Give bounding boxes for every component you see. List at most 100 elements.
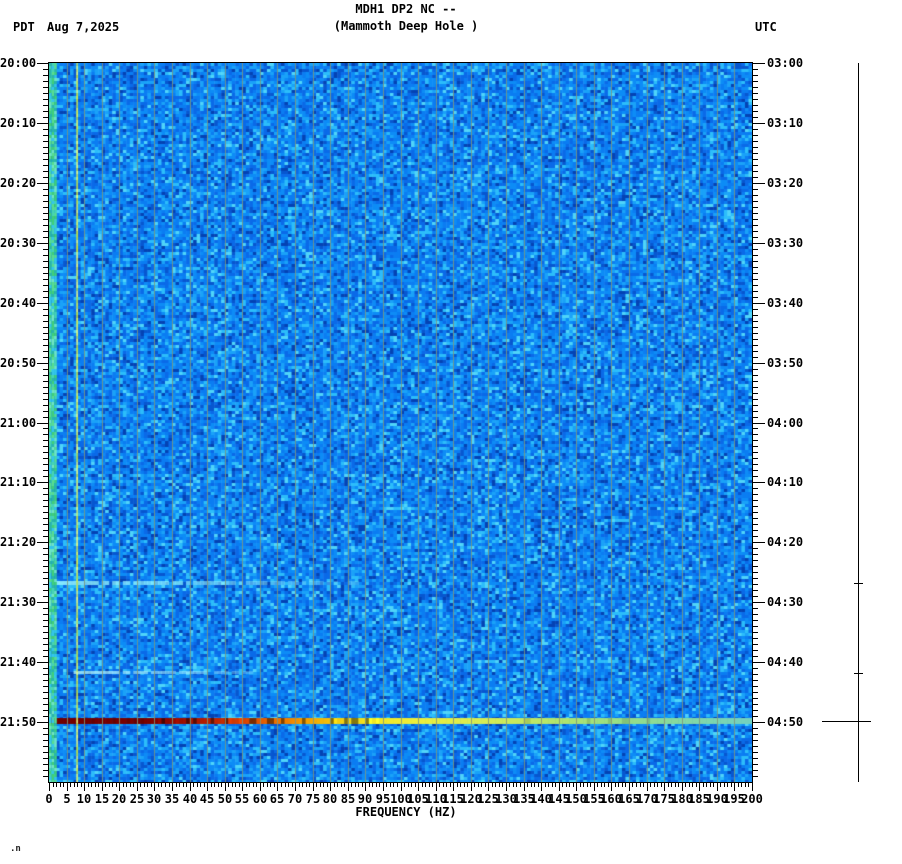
freq-tick xyxy=(752,782,753,791)
time-tick xyxy=(37,722,49,723)
time-minor-tick xyxy=(43,309,49,310)
event-marker-crossbar xyxy=(822,721,871,722)
freq-minor-tick xyxy=(446,782,447,787)
freq-minor-tick xyxy=(467,782,468,787)
time-minor-tick xyxy=(752,638,758,639)
freq-tick xyxy=(488,782,489,791)
freq-minor-tick xyxy=(654,782,655,787)
freq-minor-tick xyxy=(147,782,148,787)
time-tick xyxy=(752,423,765,424)
freq-minor-tick xyxy=(169,782,170,787)
time-minor-tick xyxy=(43,171,49,172)
time-tick xyxy=(37,183,49,184)
time-minor-tick xyxy=(43,129,49,130)
time-minor-tick xyxy=(43,608,49,609)
time-minor-tick xyxy=(752,333,758,334)
freq-tick xyxy=(682,782,683,791)
time-tick xyxy=(752,63,765,64)
time-minor-tick xyxy=(752,387,758,388)
time-minor-tick xyxy=(752,75,758,76)
time-minor-tick xyxy=(43,614,49,615)
freq-minor-tick xyxy=(509,782,510,787)
time-minor-tick xyxy=(752,632,758,633)
time-minor-tick xyxy=(752,656,758,657)
freq-minor-tick xyxy=(112,782,113,787)
time-minor-tick xyxy=(752,255,758,256)
time-minor-tick xyxy=(752,201,758,202)
freq-minor-tick xyxy=(292,782,293,787)
time-tick xyxy=(752,243,765,244)
freq-tick xyxy=(664,782,665,791)
spectrogram-page: MDH1 DP2 NC -- (Mammoth Deep Hole ) PDT … xyxy=(0,0,902,864)
time-minor-tick xyxy=(752,758,758,759)
time-minor-tick xyxy=(752,620,758,621)
freq-tick xyxy=(629,782,630,791)
freq-tick xyxy=(137,782,138,791)
freq-minor-tick xyxy=(116,782,117,787)
freq-minor-tick xyxy=(249,782,250,787)
freq-minor-tick xyxy=(91,782,92,787)
time-minor-tick xyxy=(43,255,49,256)
time-minor-tick xyxy=(752,315,758,316)
time-minor-tick xyxy=(752,512,758,513)
time-tick-label-left: 21:50 xyxy=(0,716,36,728)
freq-minor-tick xyxy=(527,782,528,787)
freq-minor-tick xyxy=(158,782,159,787)
time-minor-tick xyxy=(752,165,758,166)
time-minor-tick xyxy=(752,129,758,130)
time-tick-label-right: 03:00 xyxy=(767,57,803,69)
time-minor-tick xyxy=(752,225,758,226)
time-minor-tick xyxy=(43,638,49,639)
time-minor-tick xyxy=(752,572,758,573)
time-minor-tick xyxy=(43,716,49,717)
freq-minor-tick xyxy=(211,782,212,787)
time-minor-tick xyxy=(752,327,758,328)
time-minor-tick xyxy=(43,572,49,573)
time-minor-tick xyxy=(752,345,758,346)
time-tick xyxy=(37,123,49,124)
time-minor-tick xyxy=(752,524,758,525)
time-minor-tick xyxy=(752,375,758,376)
time-minor-tick xyxy=(43,734,49,735)
time-minor-tick xyxy=(752,105,758,106)
freq-minor-tick xyxy=(267,782,268,787)
freq-minor-tick xyxy=(176,782,177,787)
plot-frame xyxy=(48,62,753,783)
freq-minor-tick xyxy=(422,782,423,787)
freq-tick xyxy=(699,782,700,791)
time-tick xyxy=(752,123,765,124)
time-tick-label-left: 21:10 xyxy=(0,476,36,488)
time-minor-tick xyxy=(43,411,49,412)
freq-minor-tick xyxy=(706,782,707,787)
freq-tick xyxy=(102,782,103,791)
freq-tick xyxy=(154,782,155,791)
freq-minor-tick xyxy=(492,782,493,787)
freq-tick-label: 200 xyxy=(732,793,772,805)
time-minor-tick xyxy=(752,740,758,741)
freq-minor-tick xyxy=(204,782,205,787)
freq-tick xyxy=(330,782,331,791)
time-minor-tick xyxy=(43,357,49,358)
freq-minor-tick xyxy=(675,782,676,787)
freq-tick xyxy=(734,782,735,791)
freq-minor-tick xyxy=(520,782,521,787)
time-minor-tick xyxy=(43,554,49,555)
freq-minor-tick xyxy=(386,782,387,787)
freq-minor-tick xyxy=(640,782,641,787)
time-minor-tick xyxy=(43,548,49,549)
freq-minor-tick xyxy=(415,782,416,787)
time-tick xyxy=(752,542,765,543)
freq-minor-tick xyxy=(140,782,141,787)
time-minor-tick xyxy=(752,614,758,615)
time-minor-tick xyxy=(752,506,758,507)
time-minor-tick xyxy=(752,746,758,747)
freq-minor-tick xyxy=(274,782,275,787)
freq-minor-tick xyxy=(98,782,99,787)
freq-minor-tick xyxy=(411,782,412,787)
time-minor-tick xyxy=(43,758,49,759)
freq-minor-tick xyxy=(720,782,721,787)
time-minor-tick xyxy=(752,470,758,471)
freq-tick xyxy=(401,782,402,791)
freq-minor-tick xyxy=(408,782,409,787)
freq-tick xyxy=(119,782,120,791)
